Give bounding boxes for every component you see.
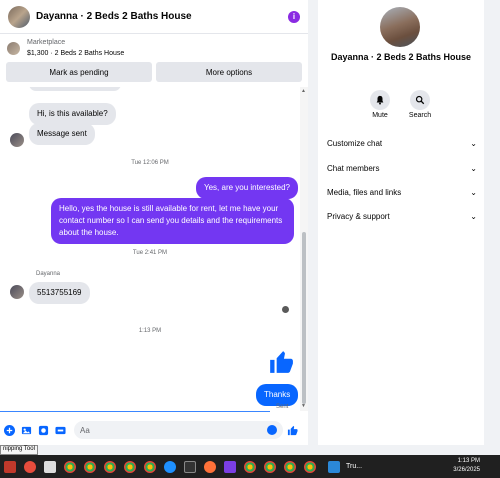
message-input-placeholder: Aa — [80, 425, 90, 435]
chevron-down-icon: ⌄ — [470, 187, 477, 197]
photo-icon[interactable] — [21, 425, 32, 436]
conversation-info-panel: Dayanna · 2 Beds 2 Baths House Mute Sear… — [318, 0, 484, 445]
scroll-down-icon[interactable]: ▼ — [301, 403, 306, 409]
tooltip: nipping Tool — [0, 445, 38, 455]
message-bubble-partial — [29, 87, 121, 91]
divider — [0, 411, 270, 412]
chrome-icon[interactable] — [104, 460, 116, 473]
edge-icon[interactable] — [164, 460, 176, 473]
message-bubble[interactable]: Message sent — [29, 123, 95, 145]
scroll-up-icon[interactable]: ▲ — [301, 88, 306, 94]
menu-label: Media, files and links — [327, 187, 402, 197]
menu-label: Chat members — [327, 163, 380, 173]
messages-scrollbar[interactable]: ▲ ▼ — [300, 87, 308, 411]
chrome-icon[interactable] — [244, 460, 256, 473]
gif-icon[interactable] — [55, 425, 66, 436]
timestamp: Tue 2:41 PM — [132, 250, 168, 256]
clock-time: 1:13 PM — [457, 458, 480, 464]
terminal-icon[interactable] — [184, 460, 196, 473]
menu-media-files-links[interactable]: Media, files and links ⌄ — [327, 186, 477, 198]
app-icon[interactable] — [224, 460, 236, 473]
timestamp: 1:13 PM — [138, 328, 162, 334]
menu-label: Privacy & support — [327, 211, 390, 221]
menu-label: Customize chat — [327, 138, 383, 148]
firefox-icon[interactable] — [204, 460, 216, 473]
app-icon[interactable] — [24, 460, 36, 473]
settings-icon[interactable] — [44, 460, 56, 473]
message-composer: Aa — [0, 419, 308, 441]
message-list: Hi, is this available? Message sent Tue … — [0, 87, 300, 411]
message-bubble-outgoing[interactable]: Yes, are you interested? — [196, 177, 298, 199]
message-bubble[interactable]: Hi, is this available? — [29, 103, 116, 125]
menu-chat-members[interactable]: Chat members ⌄ — [327, 162, 477, 174]
weather-icon[interactable] — [328, 460, 340, 473]
marketplace-listing[interactable]: Marketplace $1,300 · 2 Beds 2 Baths Hous… — [0, 34, 308, 62]
more-options-button[interactable]: More options — [156, 62, 302, 82]
bell-icon — [376, 95, 384, 105]
thumbs-up-send-icon[interactable] — [287, 425, 298, 436]
panel-title: Dayanna · 2 Beds 2 Baths House — [330, 52, 472, 62]
chrome-icon[interactable] — [64, 460, 76, 473]
chat-header: Dayanna · 2 Beds 2 Baths House i — [0, 0, 308, 34]
listing-title: $1,300 · 2 Beds 2 Baths House — [27, 50, 125, 57]
clock[interactable]: 1:13 PM 3/26/2025 — [453, 457, 480, 475]
seen-avatar — [282, 306, 289, 313]
message-bubble[interactable]: 5513755169 — [29, 282, 90, 304]
chevron-down-icon: ⌄ — [470, 163, 477, 173]
chrome-icon[interactable] — [304, 460, 316, 473]
search-label: Search — [408, 112, 432, 119]
scroll-thumb[interactable] — [302, 232, 306, 404]
info-icon[interactable]: i — [288, 10, 300, 23]
timestamp: Tue 12:06 PM — [131, 160, 169, 166]
message-input[interactable]: Aa — [74, 421, 283, 439]
conversation-photo[interactable] — [380, 7, 420, 47]
chevron-down-icon: ⌄ — [470, 211, 477, 221]
sender-avatar[interactable] — [10, 285, 24, 299]
chevron-down-icon: ⌄ — [470, 138, 477, 148]
chat-title[interactable]: Dayanna · 2 Beds 2 Baths House — [36, 11, 288, 22]
emoji-icon[interactable] — [267, 425, 277, 435]
search-button[interactable] — [410, 90, 430, 110]
listing-thumbnail — [7, 41, 20, 55]
sender-name: Dayanna — [36, 271, 61, 277]
chrome-icon[interactable] — [84, 460, 96, 473]
taskbar: Tru... 1:13 PM 3/26/2025 — [0, 455, 500, 478]
chrome-icon[interactable] — [264, 460, 276, 473]
chrome-icon[interactable] — [284, 460, 296, 473]
conversation-avatar[interactable] — [8, 5, 30, 28]
message-bubble-outgoing[interactable]: Thanks — [256, 384, 299, 406]
menu-privacy-support[interactable]: Privacy & support ⌄ — [327, 210, 477, 222]
snipping-tool-icon[interactable] — [4, 460, 16, 473]
clock-date: 3/26/2025 — [453, 467, 480, 473]
search-icon — [415, 95, 425, 105]
message-bubble-outgoing[interactable]: Hello, yes the house is still available … — [51, 198, 294, 244]
sticker-icon[interactable] — [38, 425, 49, 436]
message-status: Sent — [276, 404, 289, 410]
sender-avatar[interactable] — [10, 133, 24, 147]
mute-label: Mute — [372, 112, 388, 119]
mark-as-pending-button[interactable]: Mark as pending — [6, 62, 152, 82]
chrome-icon[interactable] — [144, 460, 156, 473]
mute-button[interactable] — [370, 90, 390, 110]
add-icon[interactable] — [4, 424, 15, 436]
marketplace-label: Marketplace — [27, 39, 66, 46]
taskbar-app-label[interactable]: Tru... — [346, 463, 362, 470]
thumbs-up-icon — [270, 351, 293, 373]
chrome-icon[interactable] — [124, 460, 136, 473]
menu-customize-chat[interactable]: Customize chat ⌄ — [327, 137, 477, 149]
